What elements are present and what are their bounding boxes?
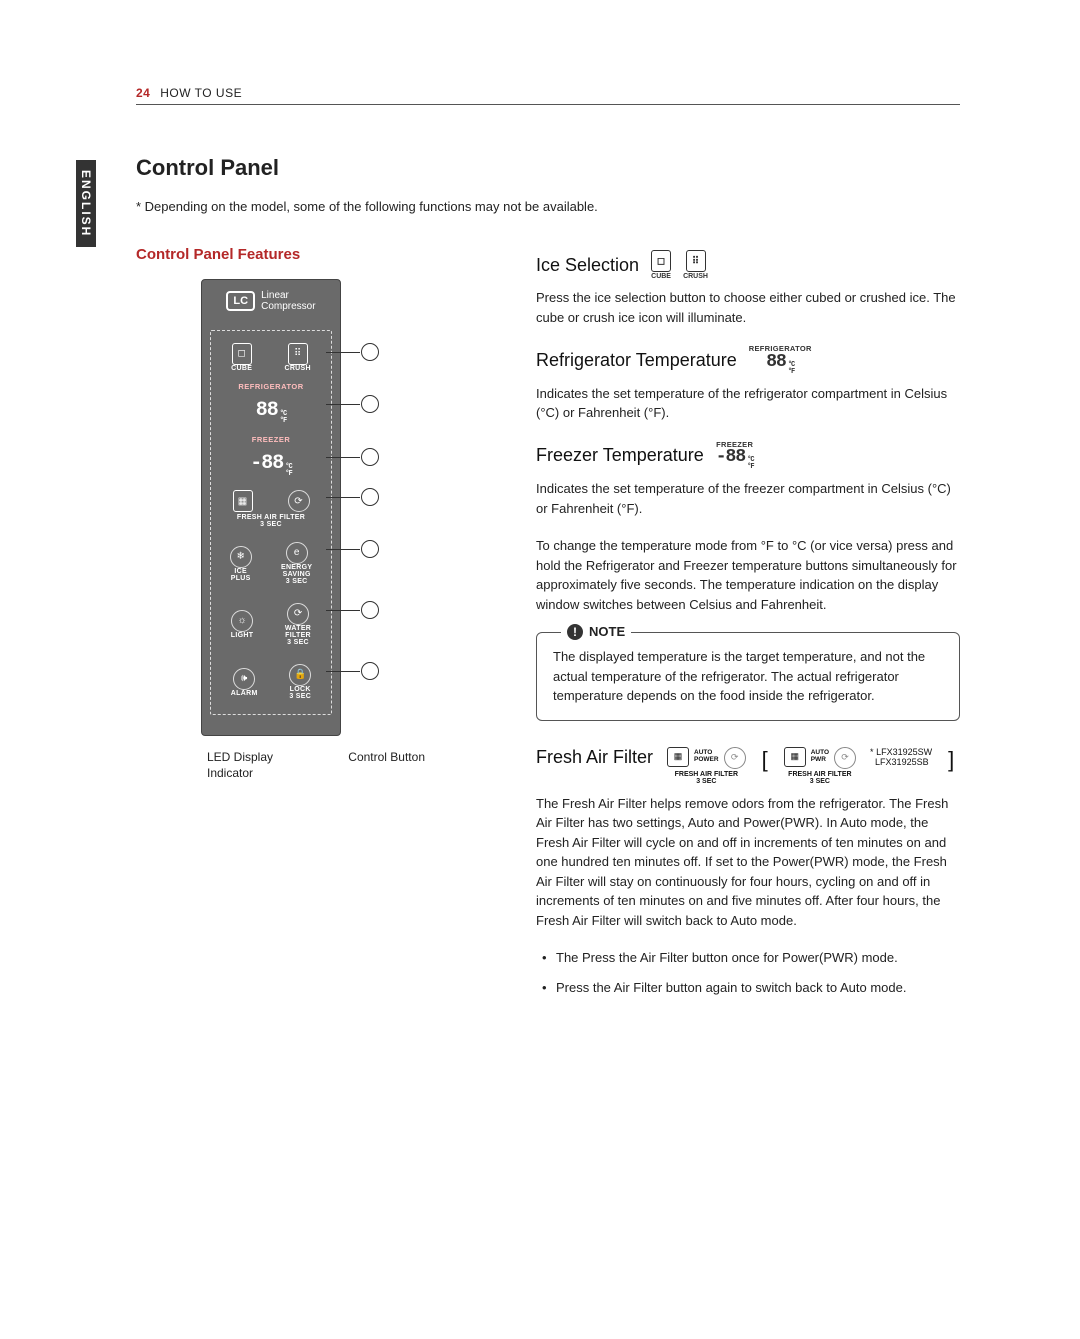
freezer-segment: -88°C°F — [250, 452, 291, 478]
sec-label: 3 SEC — [287, 639, 309, 646]
ice-plus-icon: ❄ — [230, 546, 252, 568]
fresh-air-heading: Fresh Air Filter ▦ AUTOPOWER ⟳ FRESH AIR… — [536, 747, 960, 786]
lock-label: LOCK — [290, 686, 311, 693]
cube-icon: ◻ — [651, 250, 671, 272]
ice-body: Press the ice selection button to choose… — [536, 288, 960, 327]
filter-grid-icon: ▦ — [667, 747, 689, 767]
fridge-body: Indicates the set temperature of the ref… — [536, 384, 960, 423]
page-header: 24 HOW TO USE — [136, 86, 960, 105]
filter-change-icon: ⟳ — [834, 747, 856, 769]
water-filter-label: WATER FILTER — [285, 625, 311, 639]
features-heading: Control Panel Features — [136, 246, 496, 263]
lc-text: Linear Compressor — [261, 290, 315, 312]
note-label: NOTE — [589, 622, 625, 642]
callout-dot — [361, 662, 379, 680]
filter-change-icon: ⟳ — [724, 747, 746, 769]
page-number: 24 — [136, 86, 150, 100]
freezer-body2: To change the temperature mode from °F t… — [536, 536, 960, 614]
sec-label: 3 SEC — [260, 521, 282, 528]
refrigerator-label: REFRIGERATOR — [215, 382, 327, 391]
water-filter-icon: ⟳ — [287, 603, 309, 625]
callout-dot — [361, 488, 379, 506]
filter-grid-icon: ▦ — [233, 490, 253, 512]
faf-bullet: The Press the Air Filter button once for… — [542, 948, 960, 968]
cube-icon: ◻ — [232, 343, 252, 365]
filter-change-icon: ⟳ — [288, 490, 310, 512]
note-box: !NOTE The displayed temperature is the t… — [536, 632, 960, 721]
note-body: The displayed temperature is the target … — [553, 649, 925, 703]
led-caption: LED Display Indicator — [207, 750, 317, 781]
crush-icon: ⠿ — [686, 250, 706, 272]
alarm-label: ALARM — [231, 690, 258, 697]
fridge-temp-heading: Refrigerator Temperature REFRIGERATOR 88… — [536, 345, 960, 376]
light-icon: ☼ — [231, 610, 253, 632]
sec-label: 3 SEC — [289, 693, 311, 700]
crush-label: CRUSH — [284, 365, 310, 372]
energy-label: ENERGY SAVING — [281, 564, 312, 578]
filter-grid-icon: ▦ — [784, 747, 806, 767]
note-icon: ! — [567, 624, 583, 640]
lc-badge: LC — [226, 291, 255, 311]
fridge-segment: 88°C°F — [256, 399, 286, 425]
freezer-label: FREEZER — [215, 435, 327, 444]
callout-dot — [361, 395, 379, 413]
energy-saving-icon: e — [286, 542, 308, 564]
sec-label: 3 SEC — [286, 578, 308, 585]
page-title: Control Panel — [136, 155, 960, 181]
callout-dot — [361, 343, 379, 361]
freezer-temp-heading: Freezer Temperature FREEZER -88°C°F — [536, 441, 960, 472]
language-tab: ENGLISH — [76, 160, 96, 247]
alarm-icon: 🕪 — [233, 668, 255, 690]
callout-dot — [361, 601, 379, 619]
cube-label: CUBE — [231, 365, 252, 372]
lock-icon: 🔒 — [289, 664, 311, 686]
ice-selection-heading: Ice Selection ◻CUBE ⠿CRUSH — [536, 250, 960, 280]
ice-plus-label: ICE PLUS — [231, 568, 251, 582]
crush-icon: ⠿ — [288, 343, 308, 365]
section-name: HOW TO USE — [160, 86, 242, 100]
model-list: * LFX31925SW LFX31925SB — [870, 747, 932, 769]
callout-dot — [361, 448, 379, 466]
faf-bullet: Press the Air Filter button again to swi… — [542, 978, 960, 998]
button-caption: Control Button — [348, 750, 425, 781]
light-label: LIGHT — [231, 632, 254, 639]
faf-body: The Fresh Air Filter helps remove odors … — [536, 794, 960, 931]
control-panel-diagram: LC Linear Compressor ◻CUBE ⠿CRUSH RE — [201, 279, 431, 781]
callout-dot — [361, 540, 379, 558]
freezer-body1: Indicates the set temperature of the fre… — [536, 479, 960, 518]
subtitle: * Depending on the model, some of the fo… — [136, 199, 960, 214]
